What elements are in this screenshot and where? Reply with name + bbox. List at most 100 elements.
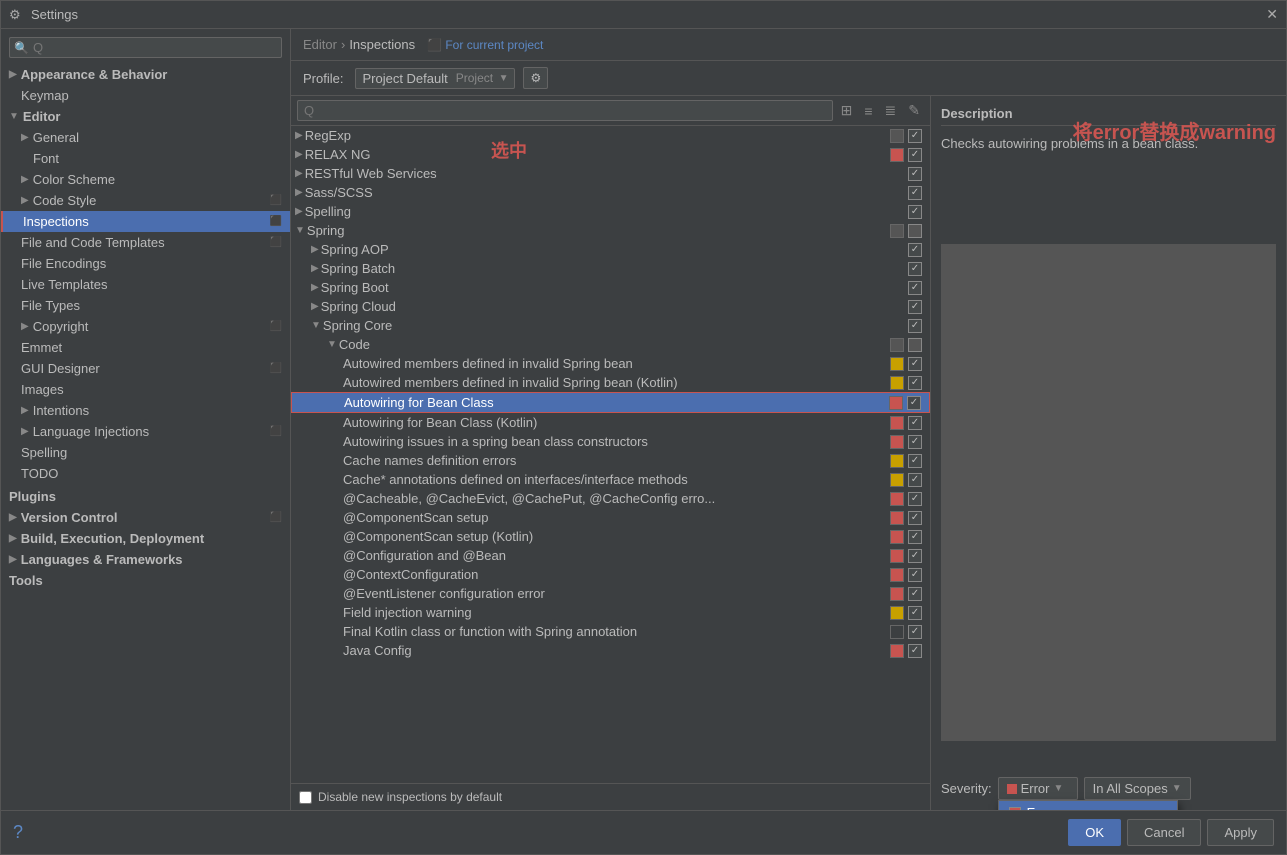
sidebar-item-file-code-templates[interactable]: File and Code Templates ⬛: [1, 232, 290, 253]
list-item[interactable]: ▶ Spelling: [291, 202, 930, 221]
sidebar-item-language-injections[interactable]: ▶ Language Injections ⬛: [1, 421, 290, 442]
item-checkbox[interactable]: [908, 644, 922, 658]
sidebar-item-spelling[interactable]: Spelling: [1, 442, 290, 463]
help-icon[interactable]: ?: [13, 822, 23, 843]
list-item[interactable]: Autowiring for Bean Class (Kotlin): [291, 413, 930, 432]
close-button[interactable]: ✕: [1266, 6, 1278, 23]
edit-button[interactable]: ✎: [904, 100, 924, 121]
disable-checkbox[interactable]: [299, 791, 312, 804]
item-checkbox[interactable]: [908, 262, 922, 276]
sidebar-item-color-scheme[interactable]: ▶ Color Scheme: [1, 169, 290, 190]
sidebar-item-images[interactable]: Images: [1, 379, 290, 400]
list-item[interactable]: ▶ RESTful Web Services: [291, 164, 930, 183]
list-item[interactable]: @Configuration and @Bean: [291, 546, 930, 565]
item-checkbox[interactable]: [908, 167, 922, 181]
filter-button[interactable]: ⊞: [837, 100, 857, 121]
list-item[interactable]: ▼ Spring Core: [291, 316, 930, 335]
list-item[interactable]: @ComponentScan setup: [291, 508, 930, 527]
list-item[interactable]: ▶ RELAX NG 选中: [291, 145, 930, 164]
list-item[interactable]: ▶ Spring Boot: [291, 278, 930, 297]
list-item[interactable]: ▶ Spring Cloud: [291, 297, 930, 316]
sidebar-item-general[interactable]: ▶ General: [1, 127, 290, 148]
item-checkbox[interactable]: [908, 530, 922, 544]
profile-select[interactable]: Project Default Project ▼: [355, 68, 515, 89]
sidebar-item-keymap[interactable]: Keymap: [1, 85, 290, 106]
list-item[interactable]: Autowired members defined in invalid Spr…: [291, 373, 930, 392]
item-checkbox[interactable]: [908, 416, 922, 430]
apply-button[interactable]: Apply: [1207, 819, 1274, 846]
item-checkbox[interactable]: [908, 338, 922, 352]
item-checkbox[interactable]: [908, 186, 922, 200]
project-link[interactable]: ⬛ For current project: [427, 38, 543, 52]
cancel-button[interactable]: Cancel: [1127, 819, 1201, 846]
expand-all-button[interactable]: ≡: [860, 101, 876, 121]
item-checkbox[interactable]: [908, 549, 922, 563]
item-checkbox[interactable]: [908, 473, 922, 487]
item-checkbox[interactable]: [908, 224, 922, 238]
sidebar-item-appearance[interactable]: ▶ Appearance & Behavior: [1, 64, 290, 85]
list-item[interactable]: ▶ Spring Batch: [291, 259, 930, 278]
list-item[interactable]: Final Kotlin class or function with Spri…: [291, 622, 930, 641]
sidebar-item-copyright[interactable]: ▶ Copyright ⬛: [1, 316, 290, 337]
item-checkbox[interactable]: [908, 319, 922, 333]
item-checkbox[interactable]: [908, 606, 922, 620]
sidebar-item-live-templates[interactable]: Live Templates: [1, 274, 290, 295]
list-item[interactable]: ▶ RegExp: [291, 126, 930, 145]
sidebar-item-file-encodings[interactable]: File Encodings: [1, 253, 290, 274]
item-checkbox[interactable]: [908, 129, 922, 143]
list-item[interactable]: @EventListener configuration error: [291, 584, 930, 603]
severity-option-error[interactable]: Error: [999, 801, 1177, 810]
item-checkbox[interactable]: [908, 205, 922, 219]
sidebar-item-gui-designer[interactable]: GUI Designer ⬛: [1, 358, 290, 379]
ok-button[interactable]: OK: [1068, 819, 1121, 846]
list-item[interactable]: @Cacheable, @CacheEvict, @CachePut, @Cac…: [291, 489, 930, 508]
gear-button[interactable]: ⚙: [523, 67, 548, 89]
item-checkbox[interactable]: [908, 511, 922, 525]
sidebar-item-intentions[interactable]: ▶ Intentions: [1, 400, 290, 421]
list-item[interactable]: Autowiring issues in a spring bean class…: [291, 432, 930, 451]
list-item[interactable]: ▶ Sass/SCSS: [291, 183, 930, 202]
list-item[interactable]: Autowired members defined in invalid Spr…: [291, 354, 930, 373]
item-checkbox[interactable]: [908, 376, 922, 390]
sidebar-item-tools[interactable]: Tools: [1, 570, 290, 591]
inspection-search-input[interactable]: [297, 100, 833, 121]
sidebar-item-emmet[interactable]: Emmet: [1, 337, 290, 358]
item-checkbox[interactable]: [908, 281, 922, 295]
list-item[interactable]: ▼ Code: [291, 335, 930, 354]
item-checkbox[interactable]: [908, 357, 922, 371]
list-item[interactable]: @ComponentScan setup (Kotlin): [291, 527, 930, 546]
sidebar-item-file-types[interactable]: File Types: [1, 295, 290, 316]
severity-button[interactable]: Error ▼: [998, 777, 1078, 800]
list-item[interactable]: Field injection warning: [291, 603, 930, 622]
item-checkbox[interactable]: [908, 300, 922, 314]
item-checkbox[interactable]: [908, 492, 922, 506]
list-item[interactable]: ▼ Spring: [291, 221, 930, 240]
item-checkbox[interactable]: [908, 148, 922, 162]
item-checkbox[interactable]: [908, 243, 922, 257]
sidebar-search-input[interactable]: [33, 40, 277, 55]
sidebar-item-plugins[interactable]: Plugins: [1, 486, 290, 507]
sidebar-item-languages[interactable]: ▶ Languages & Frameworks: [1, 549, 290, 570]
item-checkbox[interactable]: [908, 625, 922, 639]
list-item[interactable]: ▶ Spring AOP: [291, 240, 930, 259]
sidebar-item-build[interactable]: ▶ Build, Execution, Deployment: [1, 528, 290, 549]
sidebar-item-code-style[interactable]: ▶ Code Style ⬛: [1, 190, 290, 211]
item-checkbox[interactable]: [907, 396, 921, 410]
list-item[interactable]: @ContextConfiguration: [291, 565, 930, 584]
sidebar-item-inspections[interactable]: Inspections ⬛: [1, 211, 290, 232]
item-checkbox[interactable]: [908, 454, 922, 468]
list-item-selected[interactable]: Autowiring for Bean Class: [291, 392, 930, 413]
item-checkbox[interactable]: [908, 435, 922, 449]
item-checkbox[interactable]: [908, 568, 922, 582]
sidebar-item-font[interactable]: Font: [1, 148, 290, 169]
item-checkbox[interactable]: [908, 587, 922, 601]
sidebar-item-todo[interactable]: TODO: [1, 463, 290, 484]
sidebar-item-editor[interactable]: ▼ Editor: [1, 106, 290, 127]
severity-color-box: [890, 492, 904, 506]
sidebar-item-version-control[interactable]: ▶ Version Control ⬛: [1, 507, 290, 528]
list-item[interactable]: Cache* annotations defined on interfaces…: [291, 470, 930, 489]
scope-button[interactable]: In All Scopes ▼: [1084, 777, 1191, 800]
list-item[interactable]: Java Config: [291, 641, 930, 660]
list-item[interactable]: Cache names definition errors: [291, 451, 930, 470]
collapse-all-button[interactable]: ≣: [881, 100, 901, 121]
